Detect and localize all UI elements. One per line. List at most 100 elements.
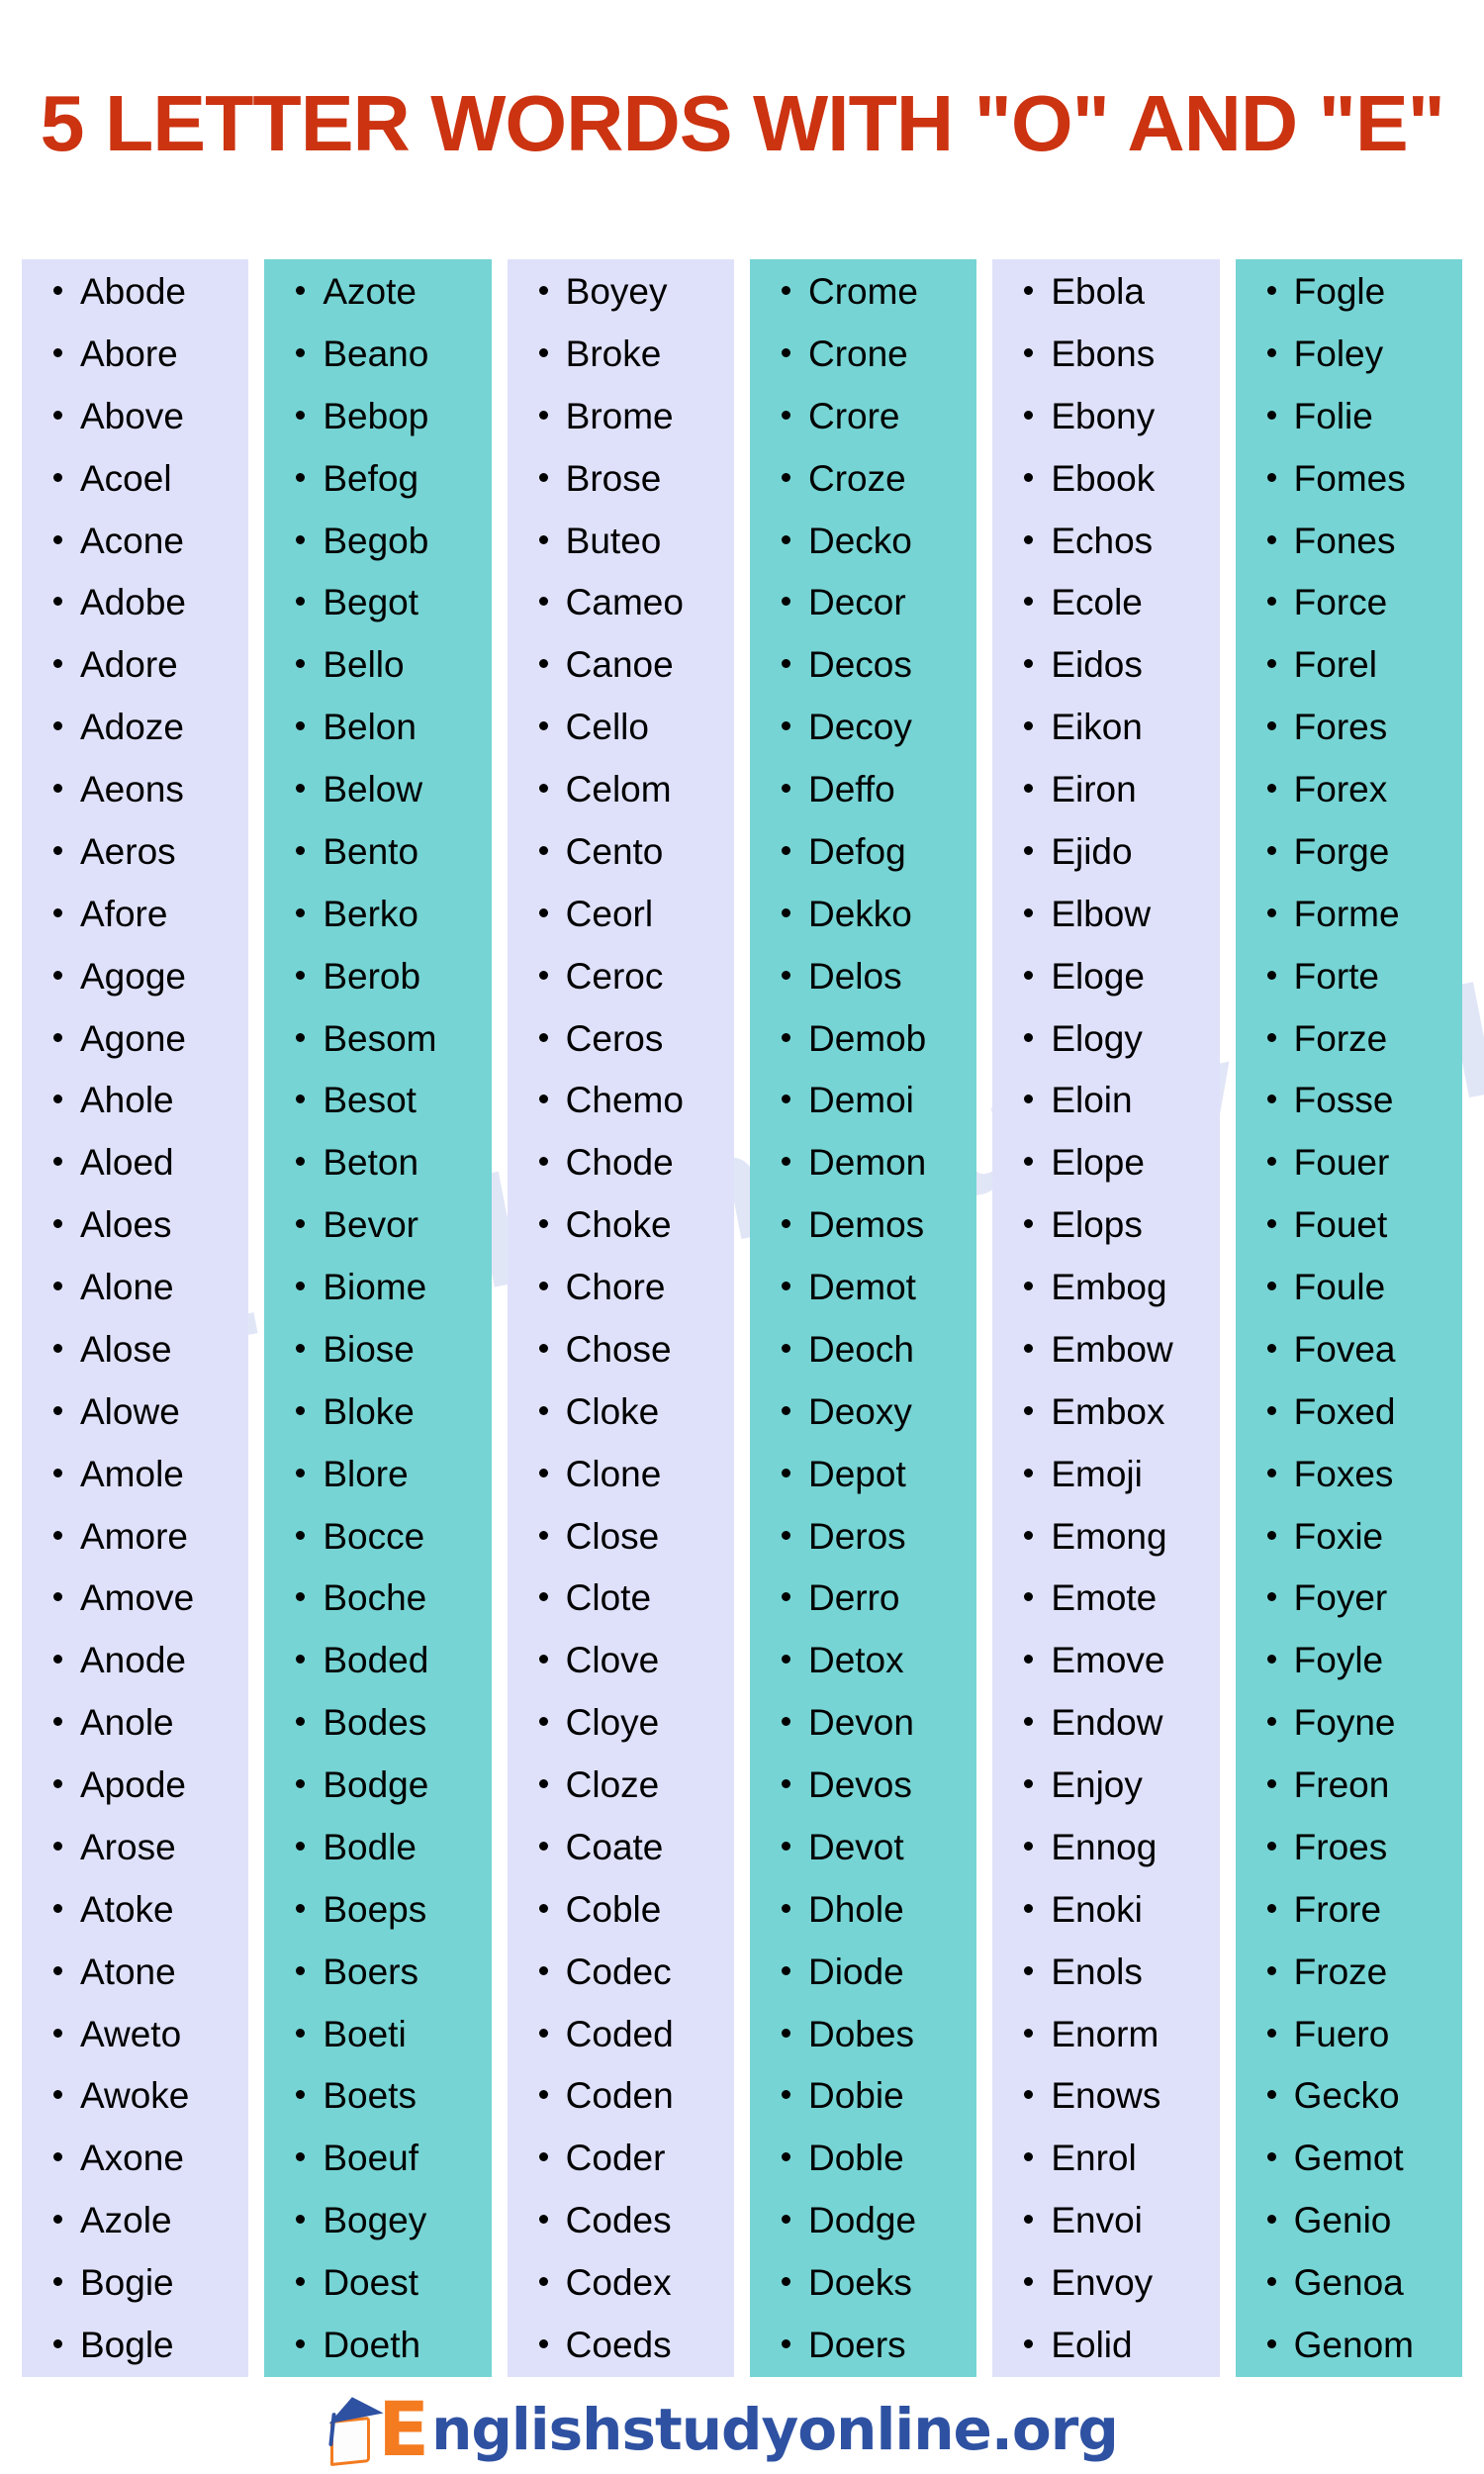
list-item: Ennog (992, 1829, 1219, 1865)
word-text: Begot (323, 582, 419, 623)
bullet-icon (296, 659, 306, 669)
bullet-icon (1024, 1405, 1034, 1415)
list-item: Celom (508, 771, 734, 808)
word-text: Foyer (1293, 1577, 1388, 1619)
page-title-container: 5 LETTER WORDS WITH "O" AND "E" (0, 0, 1484, 247)
word-text: Bodge (323, 1764, 429, 1805)
bullet-icon (53, 2090, 62, 2100)
bullet-icon (1266, 907, 1276, 917)
list-item: Coble (508, 1891, 734, 1928)
word-text: Befog (323, 457, 419, 499)
bullet-icon (1266, 659, 1276, 669)
bullet-icon (296, 410, 306, 420)
bullet-icon (53, 1343, 62, 1353)
word-text: Ceros (565, 1017, 664, 1059)
list-item: Chore (508, 1269, 734, 1305)
list-item: Dodge (750, 2202, 976, 2238)
list-item: Ecole (992, 584, 1219, 620)
word-text: Forte (1293, 955, 1379, 997)
word-text: Canoe (565, 644, 674, 686)
list-item: Genoa (1236, 2264, 1462, 2301)
bullet-icon (296, 2277, 306, 2286)
word-text: Bloke (323, 1390, 415, 1432)
list-item: Berob (264, 958, 491, 995)
list-item: Boded (264, 1642, 491, 1678)
bullet-icon (296, 1282, 306, 1290)
list-item: Eidos (992, 646, 1219, 683)
word-text: Emove (1051, 1640, 1165, 1681)
bullet-icon (781, 1343, 790, 1353)
bullet-icon (538, 1655, 548, 1665)
word-text: Depot (807, 1453, 906, 1494)
list-item: Deoxy (750, 1393, 976, 1430)
list-item: Emove (992, 1642, 1219, 1678)
word-text: Foley (1293, 333, 1384, 374)
list-item: Deffo (750, 771, 976, 808)
bullet-icon (296, 845, 306, 855)
bullet-icon (1266, 410, 1276, 420)
word-text: Enows (1051, 2075, 1161, 2117)
word-text: Doeth (323, 2324, 421, 2365)
list-item: Demot (750, 1269, 976, 1305)
word-text: Codec (565, 1951, 672, 1992)
bullet-icon (296, 970, 306, 980)
word-text: Demoi (807, 1080, 914, 1121)
bullet-icon (1266, 1592, 1276, 1602)
bullet-icon (53, 1468, 62, 1477)
list-item: Boeps (264, 1891, 491, 1928)
word-text: Aloes (80, 1204, 172, 1246)
list-item: Brose (508, 460, 734, 497)
bullet-icon (1266, 1965, 1276, 1975)
list-item: Ebook (992, 460, 1219, 497)
bullet-icon (781, 2338, 790, 2348)
list-item: Emong (992, 1518, 1219, 1555)
word-text: Froze (1293, 1951, 1388, 1992)
list-item: Axone (22, 2140, 248, 2176)
bullet-icon (781, 784, 790, 793)
word-text: Foyne (1293, 1702, 1396, 1744)
list-item: Freon (1236, 1766, 1462, 1803)
word-text: Coble (565, 1888, 662, 1930)
word-text: Clote (565, 1577, 652, 1619)
bullet-icon (781, 2277, 790, 2286)
word-text: Acone (80, 520, 184, 561)
list-item: Codes (508, 2202, 734, 2238)
list-item: Belon (264, 709, 491, 745)
bullet-icon (296, 347, 306, 357)
list-item: Forel (1236, 646, 1462, 683)
word-text: Frore (1293, 1888, 1382, 1930)
bullet-icon (53, 1530, 62, 1540)
list-item: Force (1236, 584, 1462, 620)
bullet-icon (53, 286, 62, 295)
bullet-icon (538, 970, 548, 980)
bullet-icon (781, 1094, 790, 1104)
word-text: Cento (565, 830, 664, 872)
list-item: Decor (750, 584, 976, 620)
bullet-icon (1266, 1903, 1276, 1913)
bullet-icon (1024, 1468, 1034, 1477)
word-text: Biome (323, 1267, 427, 1307)
list-item: Doble (750, 2140, 976, 2176)
bullet-icon (1266, 2338, 1276, 2348)
list-item: Azote (264, 273, 491, 310)
word-text: Dobie (807, 2075, 904, 2117)
bullet-icon (1024, 1157, 1034, 1167)
bullet-icon (296, 1157, 306, 1167)
word-text: Besom (323, 1017, 437, 1059)
word-text: Bodle (323, 1826, 417, 1867)
bullet-icon (53, 1094, 62, 1104)
list-item: Eiron (992, 771, 1219, 808)
list-item: Crore (750, 398, 976, 434)
list-item: Coeds (508, 2327, 734, 2363)
list-item: Amole (22, 1456, 248, 1492)
bullet-icon (1024, 1965, 1034, 1975)
list-item: Bogle (22, 2327, 248, 2363)
site-logo[interactable]: E nglishstudyonline.org (325, 2391, 1144, 2467)
list-item: Above (22, 398, 248, 434)
list-item: Biose (264, 1331, 491, 1368)
list-item: Amore (22, 1518, 248, 1555)
bullet-icon (296, 1032, 306, 1042)
list-item: Detox (750, 1642, 976, 1678)
list-item: Enoki (992, 1891, 1219, 1928)
bullet-icon (53, 1405, 62, 1415)
